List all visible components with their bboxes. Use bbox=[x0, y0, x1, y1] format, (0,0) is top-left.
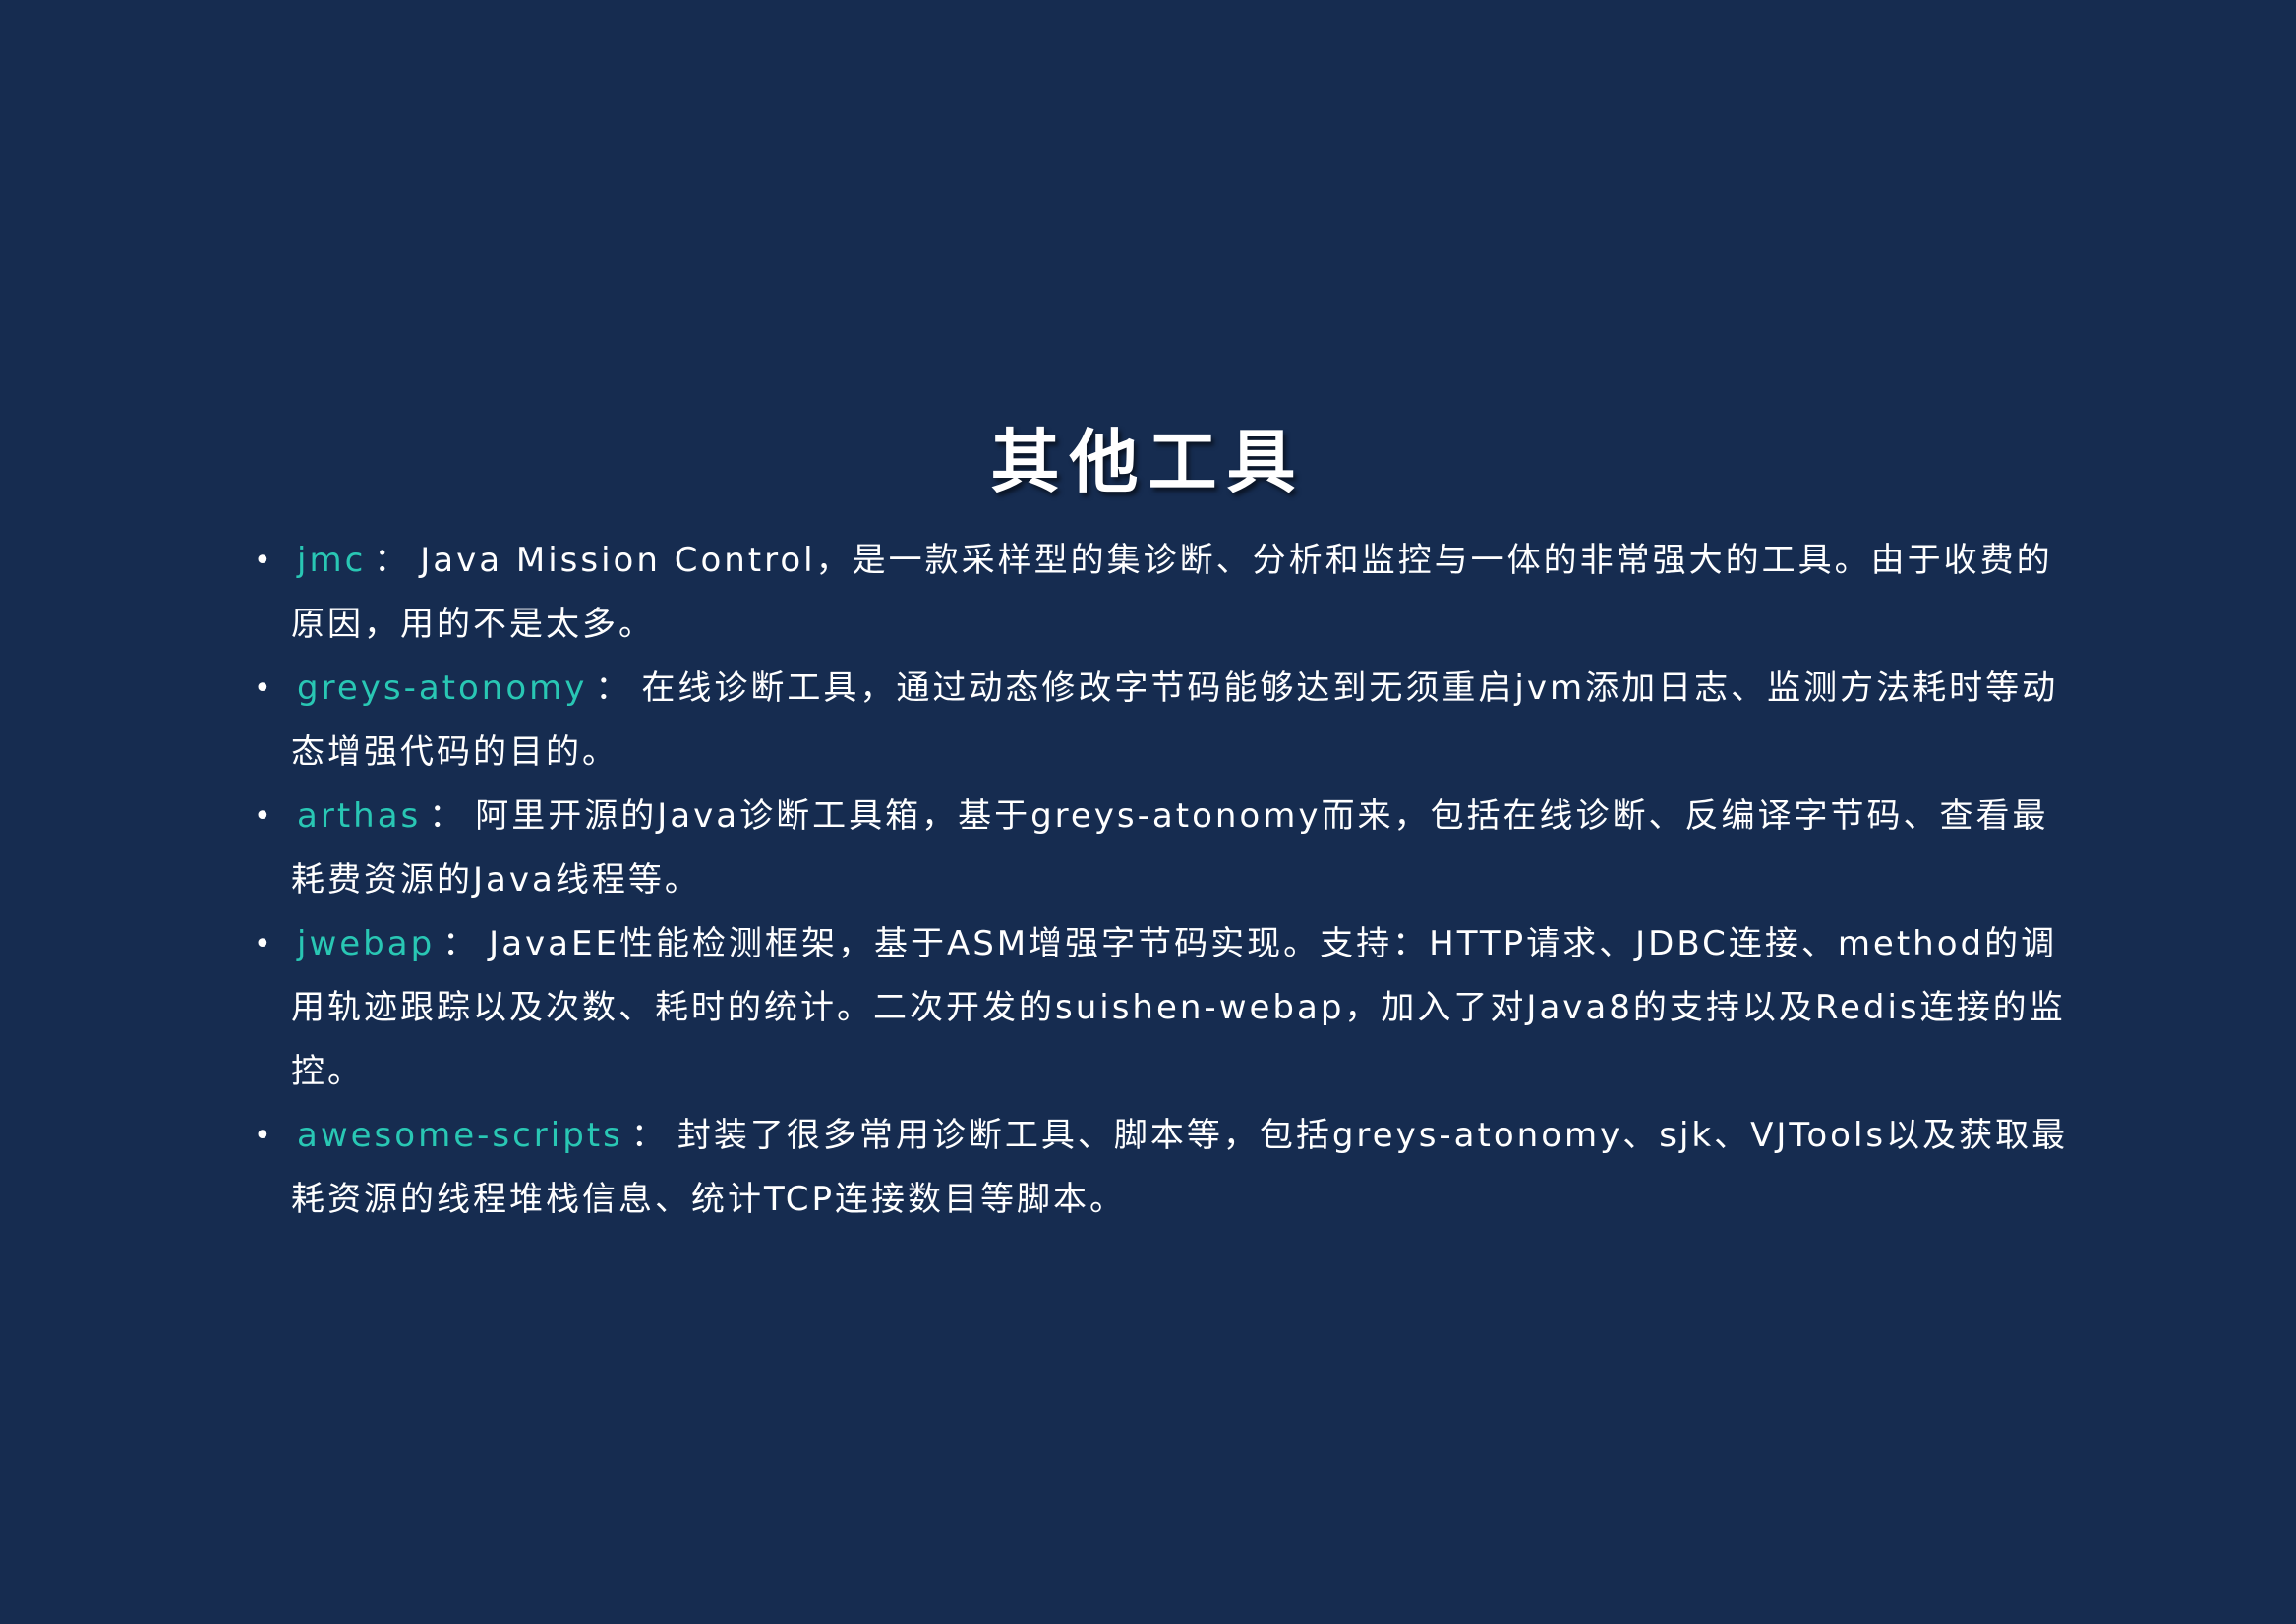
separator: ： bbox=[442, 924, 480, 963]
slide: 其他工具 • jmc： Java Mission Control，是一款采样型的集诊… bbox=[0, 0, 2296, 1624]
list-item-awesome-scripts: • awesome-scripts：封装了很多常用诊断工具、脚本等，包括greys… bbox=[246, 1104, 2075, 1232]
slide-title: 其他工具 bbox=[990, 422, 1306, 502]
separator: ： bbox=[374, 541, 411, 580]
bullet-icon: • bbox=[254, 927, 271, 961]
tool-name: awesome-scripts bbox=[297, 1116, 623, 1155]
tool-name: jmc bbox=[297, 541, 367, 580]
list-item-jmc: • jmc： Java Mission Control，是一款采样型的集诊断、分析和… bbox=[246, 529, 2075, 657]
tool-description: Java Mission Control，是一款采样型的集诊断、分析和监控与一体… bbox=[291, 541, 2053, 644]
bullet-icon: • bbox=[254, 1119, 271, 1153]
bullet-icon: • bbox=[254, 544, 271, 578]
list-item-greys-atonomy: • greys-atonomy：在线诊断工具，通过动态修改字节码能够达到无须重启j… bbox=[246, 657, 2075, 784]
separator: ： bbox=[595, 668, 632, 708]
tool-name: jwebap bbox=[297, 924, 436, 963]
separator: ： bbox=[429, 796, 466, 836]
tool-description: JavaEE性能检测框架，基于ASM增强字节码实现。支持：HTTP请求、JDBC… bbox=[291, 924, 2066, 1091]
separator: ： bbox=[630, 1116, 668, 1155]
tool-list: • jmc： Java Mission Control，是一款采样型的集诊断、分析和… bbox=[246, 529, 2075, 1232]
tool-name: greys-atonomy bbox=[297, 668, 588, 708]
tool-name: arthas bbox=[297, 796, 422, 836]
bullet-icon: • bbox=[254, 799, 271, 834]
tool-description: 阿里开源的Java诊断工具箱，基于greys-atonomy而来，包括在线诊断、… bbox=[291, 796, 2049, 899]
bullet-icon: • bbox=[254, 671, 271, 706]
list-item-jwebap: • jwebap： JavaEE性能检测框架，基于ASM增强字节码实现。支持：HTT… bbox=[246, 912, 2075, 1104]
list-item-arthas: • arthas：阿里开源的Java诊断工具箱，基于greys-atonomy而来… bbox=[246, 784, 2075, 912]
